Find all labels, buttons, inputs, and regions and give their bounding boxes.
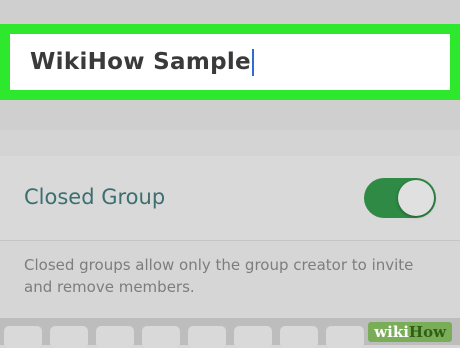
text-caret	[251, 48, 254, 76]
wikihow-watermark: wikiHow	[368, 322, 452, 342]
closed-group-row: Closed Group	[0, 156, 460, 241]
group-name-highlight: WikiHow Sample	[0, 24, 460, 100]
closed-group-toggle[interactable]	[364, 178, 436, 218]
section-separator	[0, 130, 460, 156]
toggle-knob	[398, 180, 434, 216]
closed-group-helper-text: Closed groups allow only the group creat…	[24, 256, 414, 296]
group-name-input[interactable]: WikiHow Sample	[10, 34, 450, 90]
group-name-value: WikiHow Sample	[30, 48, 254, 76]
closed-group-label: Closed Group	[24, 185, 166, 209]
